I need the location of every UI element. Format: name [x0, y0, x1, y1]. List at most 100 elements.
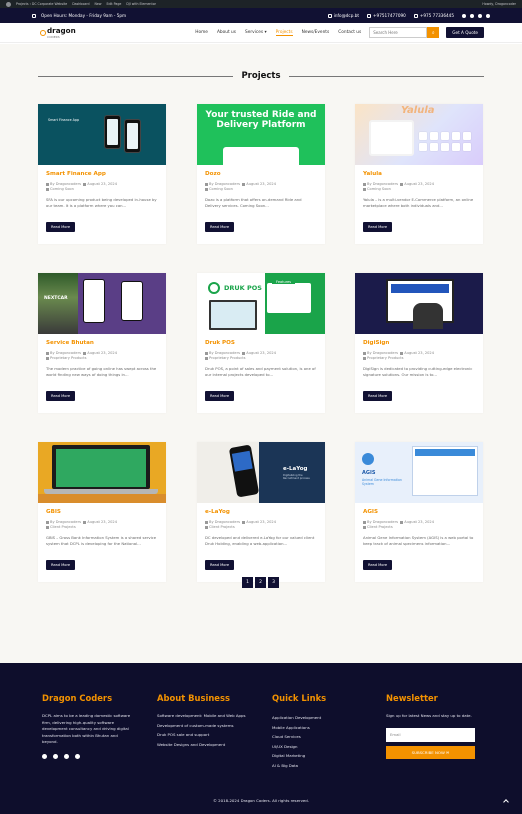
twitter-icon[interactable] — [470, 13, 474, 18]
project-thumbnail[interactable]: DRUK POS Features — [197, 273, 325, 334]
calendar-icon — [242, 182, 246, 186]
linkedin-icon[interactable] — [486, 13, 490, 18]
project-category[interactable]: Coming Soon — [209, 187, 233, 191]
project-thumbnail[interactable]: AGIS Animal Gene Information System — [355, 442, 483, 503]
facebook-icon[interactable] — [42, 753, 47, 759]
project-thumbnail[interactable] — [355, 273, 483, 334]
get-a-quote-button[interactable]: Get A Quote — [446, 27, 484, 38]
instagram-icon[interactable] — [64, 753, 69, 759]
read-more-button[interactable]: Read More — [205, 560, 235, 570]
project-meta: By Dragoncoders August 23, 2024 Propriet… — [363, 351, 478, 361]
admin-site-link[interactable]: Projects ‹ DC Corporate Website — [16, 2, 67, 6]
footer-links-title: Quick Links — [272, 693, 327, 703]
project-title[interactable]: Dozo — [205, 171, 221, 177]
twitter-icon[interactable] — [53, 753, 58, 759]
project-category[interactable]: Client Projects — [209, 525, 235, 529]
footer-link[interactable]: AI & Big Data — [272, 761, 362, 771]
folder-icon — [363, 187, 366, 191]
read-more-button[interactable]: Read More — [363, 391, 393, 401]
project-category[interactable]: Client Projects — [367, 525, 393, 529]
page-2-button[interactable]: 2 — [255, 577, 266, 588]
project-title[interactable]: Druk POS — [205, 340, 235, 346]
read-more-button[interactable]: Read More — [205, 391, 235, 401]
nav-about[interactable]: About us — [217, 30, 236, 35]
read-more-button[interactable]: Read More — [363, 222, 393, 232]
project-meta: By Dragoncoders August 23, 2024 Propriet… — [205, 351, 320, 361]
laptop-mockup — [52, 445, 150, 489]
read-more-button[interactable]: Read More — [363, 560, 393, 570]
nav-home[interactable]: Home — [195, 30, 208, 35]
project-meta: By Dragoncoders August 23, 2024 Coming S… — [205, 182, 320, 192]
footer-business-item[interactable]: Development of custom-made systems — [157, 723, 252, 730]
read-more-button[interactable]: Read More — [205, 222, 235, 232]
project-thumbnail[interactable] — [38, 442, 166, 503]
project-title[interactable]: GBIS — [46, 509, 61, 515]
topbar-email[interactable]: info@dcp.bt — [327, 13, 359, 18]
admin-howdy[interactable]: Howdy, Dragoncoder — [482, 2, 516, 6]
search-button[interactable]: ⌕ — [427, 27, 440, 38]
project-meta: By Dragoncoders August 23, 2024 Propriet… — [46, 351, 161, 361]
project-category[interactable]: Coming Soon — [50, 187, 74, 191]
project-title[interactable]: Yalula — [363, 171, 382, 177]
site-header: dragon CODERS Home About us Services ▾ Pr… — [0, 23, 522, 43]
project-category[interactable]: Proprietary Products — [50, 356, 87, 360]
user-icon — [205, 351, 208, 355]
divider — [38, 75, 234, 77]
topbar-phone-2[interactable]: +975 77336445 — [413, 13, 454, 18]
admin-plugin-link[interactable]: DJI with Elementor — [126, 2, 156, 6]
nav-services[interactable]: Services ▾ — [245, 30, 267, 35]
project-category[interactable]: Coming Soon — [367, 187, 391, 191]
folder-icon — [205, 525, 208, 529]
nav-news[interactable]: News/Events — [302, 30, 330, 35]
footer-link[interactable]: Mobile Applications — [272, 723, 362, 733]
footer-link[interactable]: Digital Marketing — [272, 751, 362, 761]
footer-business-item[interactable]: Website Designs and Development — [157, 742, 252, 749]
project-category[interactable]: Proprietary Products — [367, 356, 404, 360]
project-excerpt: SFA is our upcoming product being develo… — [46, 197, 157, 208]
newsletter-text: Sign up for latest News and stay up to d… — [386, 713, 472, 718]
read-more-button[interactable]: Read More — [46, 560, 76, 570]
read-more-button[interactable]: Read More — [46, 222, 76, 232]
project-thumbnail[interactable]: Yalula — [355, 104, 483, 165]
admin-new-link[interactable]: New — [95, 2, 102, 6]
thumb-subtext: Animal Gene Information System — [362, 478, 402, 486]
footer-link[interactable]: Application Development — [272, 713, 362, 723]
project-category[interactable]: Proprietary Products — [209, 356, 246, 360]
topbar-phone-2-text: +975 77336445 — [419, 13, 454, 18]
site-logo[interactable]: dragon CODERS — [40, 26, 76, 39]
project-excerpt: Yalula – is a multi-vendor E-Commerce pl… — [363, 197, 474, 208]
nav-projects[interactable]: Projects — [275, 30, 293, 36]
chevron-down-icon: ▾ — [264, 30, 267, 35]
druk-pos-logo-icon — [208, 282, 220, 294]
admin-edit-link[interactable]: Edit Page — [106, 2, 121, 6]
footer-business-item[interactable]: Druk POS sale and support — [157, 732, 252, 739]
project-title[interactable]: AGIS — [363, 509, 378, 515]
project-thumbnail[interactable]: NEXTCAR — [38, 273, 166, 334]
project-title[interactable]: e-LaYog — [205, 509, 230, 515]
topbar-phone-1-text: +97517477090 — [373, 13, 406, 18]
project-card-elayog: e-LaYog Digitalizing the Recruitment pro… — [197, 442, 325, 582]
footer-link[interactable]: Cloud Services — [272, 732, 362, 742]
newsletter-email-input[interactable]: Email — [386, 727, 475, 742]
subscribe-button[interactable]: SUBSCRIBE NOW ✉ — [386, 745, 475, 759]
footer-business-item[interactable]: Software development: Mobile and Web App… — [157, 713, 252, 720]
page-1-button[interactable]: 1 — [242, 577, 253, 588]
admin-dashboard-link[interactable]: Dashboard — [72, 2, 89, 6]
project-thumbnail[interactable]: Smart Finance App — [38, 104, 166, 165]
instagram-icon[interactable] — [478, 13, 482, 18]
nav-contact[interactable]: Contact us — [338, 30, 361, 35]
wordpress-icon[interactable] — [6, 1, 11, 7]
search-input[interactable] — [369, 27, 428, 38]
project-thumbnail[interactable]: Your trusted Ride and Delivery Platform — [197, 104, 325, 165]
project-thumbnail[interactable]: e-LaYog Digitalizing the Recruitment pro… — [197, 442, 325, 503]
project-title[interactable]: Service Bhutan — [46, 340, 94, 346]
facebook-icon[interactable] — [462, 13, 466, 18]
page-3-button[interactable]: 3 — [268, 577, 279, 588]
topbar-phone-1[interactable]: +97517477090 — [367, 13, 406, 18]
project-title[interactable]: Smart Finance App — [46, 171, 106, 177]
footer-link[interactable]: UI/UX Design — [272, 742, 362, 752]
read-more-button[interactable]: Read More — [46, 391, 76, 401]
linkedin-icon[interactable] — [75, 753, 80, 759]
project-category[interactable]: Client Projects — [50, 525, 76, 529]
project-title[interactable]: DigiSign — [363, 340, 389, 346]
